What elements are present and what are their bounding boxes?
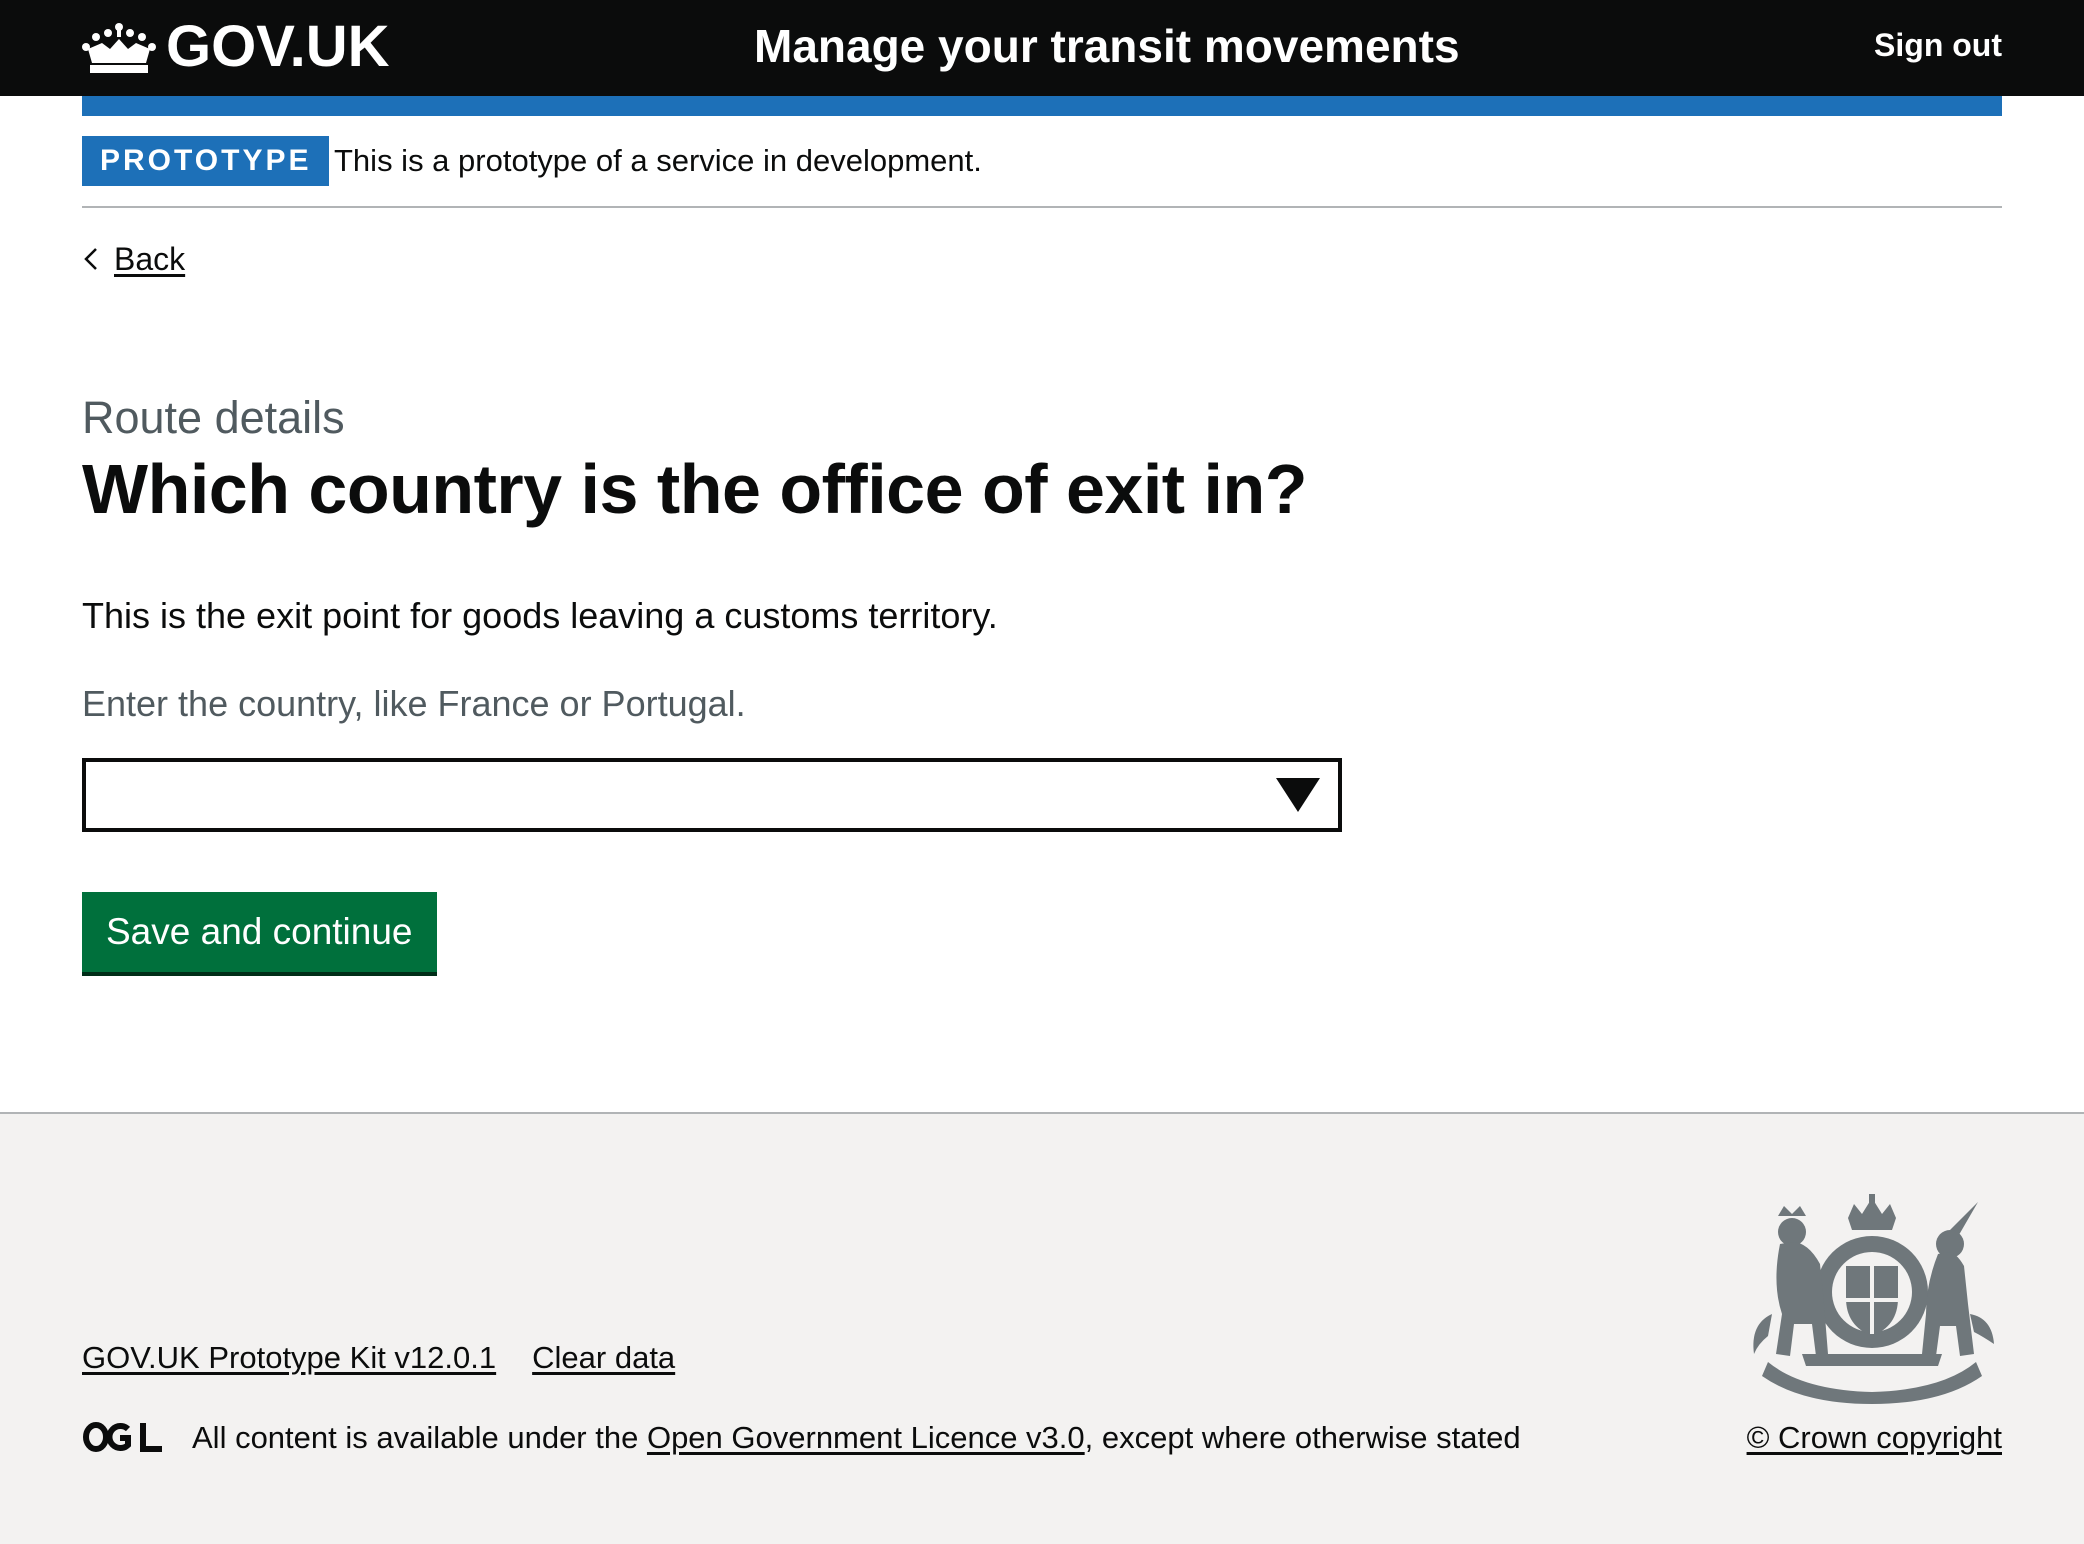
country-select[interactable] [82, 758, 1342, 832]
govuk-logo-text: GOV.UK [166, 14, 390, 79]
body-text: This is the exit point for goods leaving… [82, 595, 998, 636]
site-header: GOV.UK Manage your transit movements Sig… [0, 0, 2084, 96]
sign-out-link[interactable]: Sign out [1874, 22, 2002, 68]
back-link-label: Back [114, 241, 186, 277]
page-caption: Route details [82, 392, 345, 443]
royal-coat-of-arms [1753, 1194, 1994, 1404]
footer-link-prototype-kit[interactable]: GOV.UK Prototype Kit v12.0.1 [82, 1336, 496, 1380]
crown-copyright-link[interactable]: © Crown copyright [1747, 1416, 2002, 1460]
ogl-logo [83, 1422, 162, 1452]
phase-text: This is a prototype of a service in deve… [334, 143, 982, 178]
dropdown-arrow-icon [1276, 778, 1320, 812]
licence-link[interactable]: Open Government Licence v3.0 [647, 1420, 1085, 1455]
save-and-continue-button[interactable]: Save and continue [82, 892, 437, 972]
field-hint: Enter the country, like France or Portug… [82, 683, 746, 724]
back-chevron-icon [84, 248, 97, 270]
crown-icon [82, 23, 156, 73]
page-heading: Which country is the office of exit in? [82, 450, 1308, 528]
govuk-logo-link[interactable]: GOV.UK [82, 14, 389, 80]
back-link[interactable]: Back [82, 238, 185, 280]
phase-tag: PROTOTYPE [82, 136, 330, 186]
service-name-link[interactable]: Manage your transit movements [754, 16, 1460, 76]
licence-suffix: , except where otherwise stated [1084, 1420, 1521, 1455]
footer-link-clear-data[interactable]: Clear data [532, 1336, 675, 1380]
footer-links: GOV.UK Prototype Kit v12.0.1 Clear data [82, 1336, 675, 1380]
phase-banner: PROTOTYPE This is a prototype of a servi… [82, 136, 2002, 208]
licence-text: All content is available under the Open … [192, 1416, 1521, 1460]
header-blue-bar [82, 96, 2002, 116]
site-footer: GOV.UK Prototype Kit v12.0.1 Clear data … [0, 1112, 2084, 1544]
licence-prefix: All content is available under the [192, 1420, 647, 1455]
